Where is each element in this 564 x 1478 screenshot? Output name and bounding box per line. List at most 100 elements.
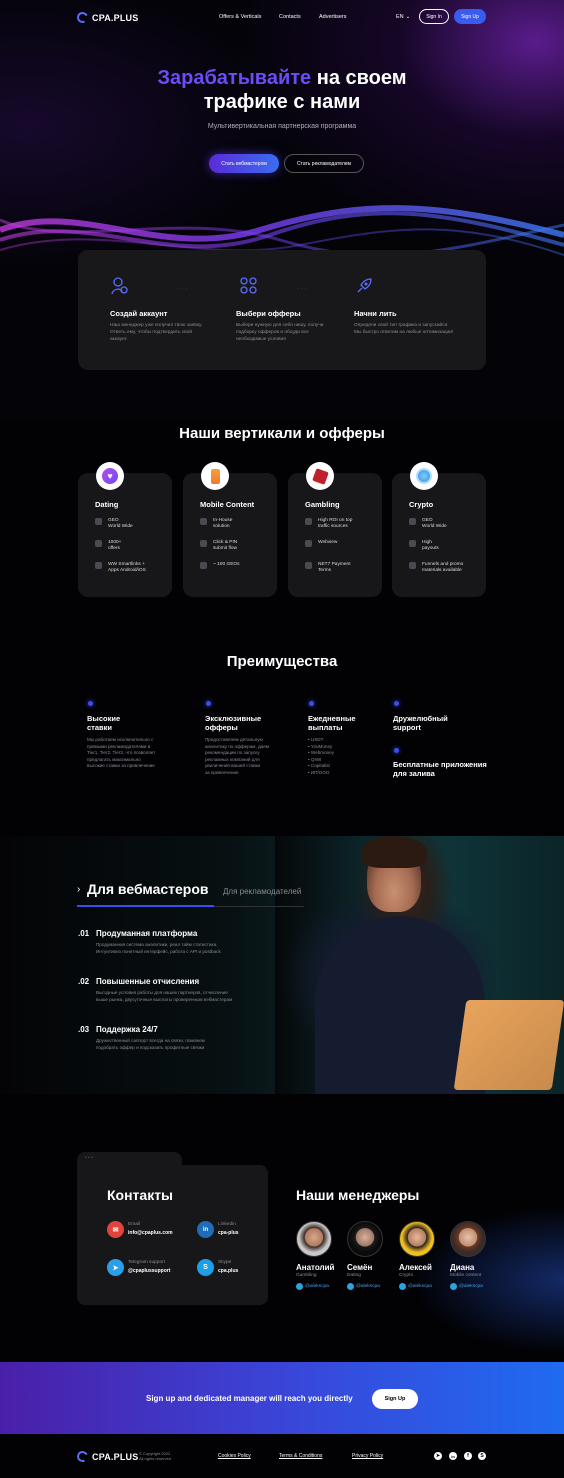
step-connector-1: · · · [178,286,188,292]
vertical-feature-text: In-House solution [213,518,233,529]
manager-handle[interactable]: @alekscpa [296,1283,329,1290]
terms-link[interactable]: Terms & Conditions [279,1453,322,1459]
feature-title: Продуманная платформа [96,929,198,938]
vertical-feature-text: High payouts [422,540,439,551]
feature-desc: Выгодные условия работы для наших партне… [96,990,233,1002]
contact-value[interactable]: info@cpaplus.com [128,1230,173,1236]
telegram-icon[interactable]: ➤ [107,1259,124,1276]
vertical-card-gambling[interactable] [288,473,382,597]
vertical-feature-row: In-House solution [200,518,232,530]
telegram-icon [296,1283,303,1290]
tab-advertisers[interactable]: Для рекламодателей [223,887,301,896]
feature-icon [95,518,102,525]
telegram-icon[interactable]: ➤ [434,1452,442,1460]
grid-icon [240,277,257,294]
feature-icon [95,540,102,547]
become-webmaster-button[interactable]: Стать вебмастером [209,154,279,173]
vertical-feature-row: NET7 Payment Terms [305,562,351,574]
feature-title: Повышенные отчисления [96,977,200,986]
feature-desc: Продуманная система аналитики, реал тайм… [96,942,221,954]
copyright: © Copyright 2022 All rights reserved [139,1451,172,1461]
feature-icon [95,562,102,569]
vertical-feature-text: GEO World Wide [422,518,447,529]
vertical-feature-row: High payouts [409,540,439,552]
step-title: Создай аккаунт [110,309,168,318]
avatar [347,1221,383,1257]
feature-icon [305,540,312,547]
hero-title-rest: на своем [316,67,407,89]
cookies-policy-link[interactable]: Cookies Policy [218,1453,251,1459]
vertical-feature-row: GEO World Wide [95,518,133,530]
contact-value[interactable]: cpa.plus [218,1268,238,1274]
vertical-card-dating[interactable] [78,473,172,597]
rocket-icon [357,278,372,293]
sign-up-button[interactable]: Sign Up [454,9,486,24]
feature-icon [409,540,416,547]
nav-contacts[interactable]: Contacts [279,14,301,20]
feature-icon [200,518,207,525]
chevron-down-icon: ⌄ [405,14,411,20]
vertical-feature-row: GEO World Wide [409,518,447,530]
avatar [296,1221,332,1257]
vertical-feature-row: Click & PIN submit flow [200,540,237,552]
manager-name: Диана [450,1263,475,1272]
manager-role: Crypto [399,1273,414,1278]
footer-logo[interactable]: CPA.PLUS [75,1449,139,1464]
manager-name: Семён [347,1263,373,1272]
phone-icon [201,462,229,490]
nav-advertisers[interactable]: Advertisers [319,14,347,20]
vertical-feature-row: ~ 100 GEOs [200,562,240,569]
dice-icon [306,462,334,490]
vertical-title: Mobile Content [200,500,255,509]
tab-active-indicator [77,905,214,907]
users-icon [111,277,128,295]
manager-handle[interactable]: @alekscpa [450,1283,483,1290]
contact-value[interactable]: @cpaplussupport [128,1268,170,1274]
crypto-coin-icon [410,462,438,490]
sign-in-button[interactable]: Sign In [419,9,449,24]
contact-label: Telegram support [128,1260,166,1265]
cta-sign-up-button[interactable]: Sign Up [372,1389,418,1409]
advantage-dot [309,701,314,706]
advantage-title: Эксклюзивные офферы [205,714,262,732]
step-title: Начни лить [354,309,397,318]
contact-label: Email [128,1222,140,1227]
skype-icon[interactable]: S [197,1259,214,1276]
brand-name: CPA.PLUS [92,1451,139,1462]
skype-icon[interactable]: S [478,1452,486,1460]
hero-title-accent: Зарабатывайте [157,67,312,89]
brand-logo[interactable]: CPA.PLUS [75,10,138,25]
advantage-dot [394,748,399,753]
language-selector[interactable]: EN ⌄ [396,14,410,20]
advantage-title: Высокие ставки [87,714,121,732]
privacy-policy-link[interactable]: Privacy Policy [352,1453,383,1459]
manager-handle[interactable]: @alekscpa [399,1283,432,1290]
manager-role: Mobile content [450,1273,482,1278]
linkedin-icon[interactable]: in [197,1221,214,1238]
manager-name: Анатолий [296,1263,335,1272]
linkedin-icon[interactable]: in [449,1452,457,1460]
nav-offers[interactable]: Offers & Verticals [219,14,261,20]
manager-handle[interactable]: @alekscpa [347,1283,380,1290]
page: CPA.PLUS Offers & Verticals Contacts Adv… [0,0,564,1478]
contact-value[interactable]: cpa-plus [218,1230,239,1236]
vertical-card-mobile[interactable] [183,473,277,597]
contacts-heading: Контакты [107,1187,174,1203]
feature-desc: Дружественный саппорт всегда на связи, п… [96,1038,205,1050]
manager-name: Алексей [399,1263,432,1272]
facebook-icon[interactable]: f [464,1452,472,1460]
advantage-dot [88,701,93,706]
verticals-heading: Наши вертикали и офферы [179,425,385,442]
manager-handle-text: @alekscpa [356,1284,380,1289]
vertical-feature-text: High ROI on top traffic sources [318,518,353,529]
mail-icon[interactable]: ✉ [107,1221,124,1238]
vertical-card-crypto[interactable] [392,473,486,597]
avatar [450,1221,486,1257]
tab-webmasters[interactable]: Для вебмастеров [87,881,209,897]
advantages-heading: Преимущества [226,653,338,670]
vertical-title: Crypto [409,500,434,509]
feature-icon [409,518,416,525]
contact-label: Skype [218,1260,232,1265]
vertical-title: Gambling [305,500,340,509]
become-advertiser-button[interactable]: Стать рекламодателем [284,154,364,173]
